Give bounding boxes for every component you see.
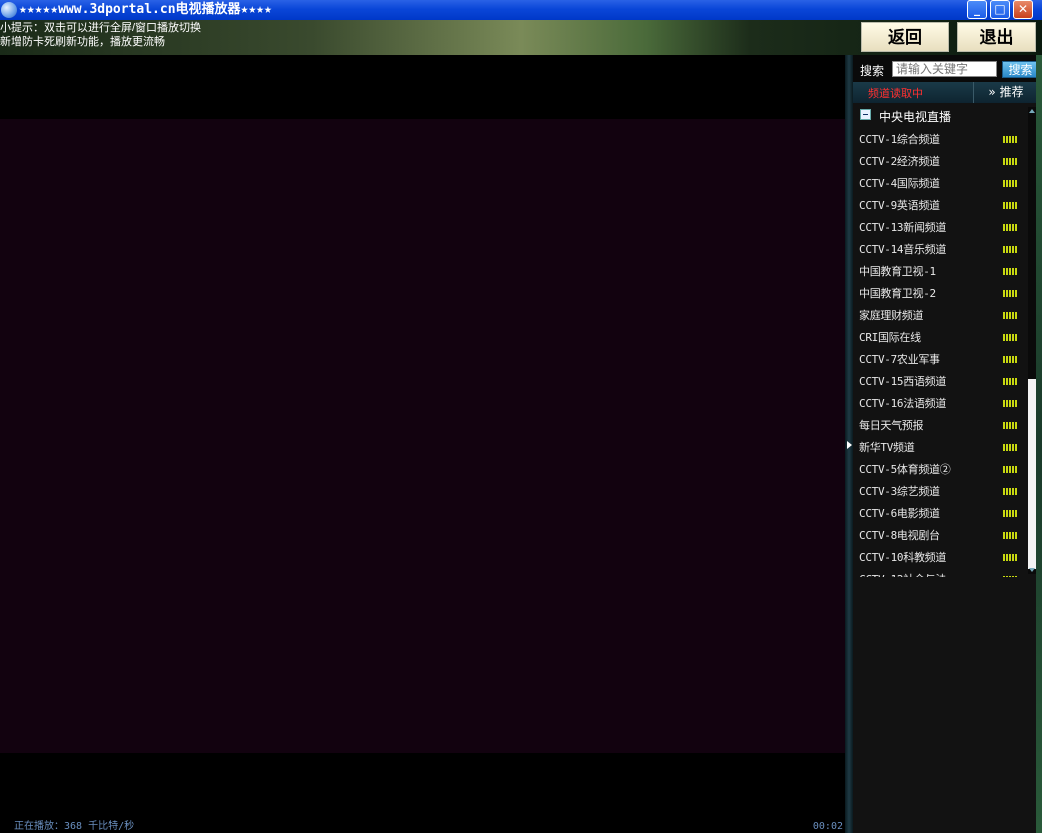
signal-strength-icon	[1003, 268, 1017, 275]
signal-strength-icon	[1003, 466, 1017, 473]
hint-line-1: 小提示：双击可以进行全屏/窗口播放切换	[0, 22, 202, 34]
signal-strength-icon	[1003, 488, 1017, 495]
signal-strength-icon	[1003, 532, 1017, 539]
channel-item[interactable]: 中国教育卫视-1	[853, 259, 1028, 281]
channel-item[interactable]: CCTV-8电视剧台	[853, 523, 1028, 545]
signal-strength-icon	[1003, 290, 1017, 297]
double-chevron-down-icon: »	[988, 85, 996, 99]
search-input[interactable]	[892, 61, 997, 77]
video-player[interactable]: 正在播放：368 千比特/秒 00:02	[0, 55, 845, 833]
back-button[interactable]: 返回	[861, 22, 949, 52]
exit-button[interactable]: 退出	[957, 22, 1036, 52]
signal-strength-icon	[1003, 444, 1017, 451]
channel-name: CCTV-12社会与法	[859, 571, 946, 577]
signal-strength-icon	[1003, 554, 1017, 561]
scroll-up-arrow-icon[interactable]	[1029, 109, 1035, 113]
channel-item[interactable]: 新华TV频道	[853, 435, 1028, 457]
playback-status: 正在播放：368 千比特/秒	[14, 821, 135, 832]
signal-strength-icon	[1003, 378, 1017, 385]
app-icon	[1, 2, 17, 18]
collapse-minus-icon[interactable]	[860, 109, 871, 120]
channel-item[interactable]: 每日天气预报	[853, 413, 1028, 435]
channel-list: CCTV-1综合频道 CCTV-2经济频道 CCTV-4国际频道 CCTV-9英语频道…	[853, 127, 1028, 577]
channel-item[interactable]: CCTV-10科教频道	[853, 545, 1028, 567]
channel-item[interactable]: CCTV-4国际频道	[853, 171, 1028, 193]
collapse-panel-arrow-icon[interactable]	[847, 441, 852, 449]
channel-item[interactable]: 中国教育卫视-2	[853, 281, 1028, 303]
channel-item[interactable]: CCTV-2经济频道	[853, 149, 1028, 171]
channel-tab-row: 频道读取中 » 推荐	[853, 82, 1042, 103]
channel-item[interactable]: CCTV-15西语频道	[853, 369, 1028, 391]
desktop-edge	[1036, 55, 1042, 833]
search-row: 搜索 搜索	[853, 55, 1042, 82]
signal-strength-icon	[1003, 224, 1017, 231]
channel-item[interactable]: CCTV-1综合频道	[853, 127, 1028, 149]
title-bar: ★★★★★www.3dportal.cn电视播放器★★★★ _ □ ✕	[0, 0, 1042, 20]
close-button[interactable]: ✕	[1013, 0, 1033, 19]
channel-item[interactable]: CCTV-5体育频道②	[853, 457, 1028, 479]
channel-name: CCTV-4国际频道	[859, 177, 940, 190]
recommend-label: 推荐	[999, 85, 1024, 99]
channel-item[interactable]: CCTV-3综艺频道	[853, 479, 1028, 501]
loading-status: 频道读取中	[868, 87, 923, 100]
channel-item[interactable]: CCTV-9英语频道	[853, 193, 1028, 215]
channel-name: CCTV-8电视剧台	[859, 529, 940, 542]
channel-item[interactable]: CCTV-16法语频道	[853, 391, 1028, 413]
scroll-down-arrow-icon[interactable]	[1029, 568, 1035, 572]
signal-strength-icon	[1003, 202, 1017, 209]
channel-name: CCTV-3综艺频道	[859, 485, 940, 498]
signal-strength-icon	[1003, 136, 1017, 143]
search-button[interactable]: 搜索	[1002, 61, 1039, 78]
signal-strength-icon	[1003, 422, 1017, 429]
minimize-button[interactable]: _	[967, 0, 987, 19]
channel-item[interactable]: CCTV-14音乐频道	[853, 237, 1028, 259]
channel-name: CCTV-14音乐频道	[859, 243, 947, 256]
video-frame[interactable]	[0, 119, 845, 753]
window-title: ★★★★★www.3dportal.cn电视播放器★★★★	[19, 2, 272, 17]
channel-name: CCTV-7农业军事	[859, 353, 940, 366]
channel-name: CCTV-2经济频道	[859, 155, 940, 168]
channel-name: 家庭理财频道	[859, 309, 924, 322]
channel-name: 中国教育卫视-2	[859, 287, 936, 300]
recommend-button[interactable]: » 推荐	[973, 82, 1038, 103]
channel-name: 每日天气预报	[859, 419, 924, 432]
signal-strength-icon	[1003, 158, 1017, 165]
channel-name: CCTV-9英语频道	[859, 199, 940, 212]
signal-strength-icon	[1003, 334, 1017, 341]
signal-strength-icon	[1003, 400, 1017, 407]
channel-group-label: 中央电视直播	[879, 110, 952, 124]
maximize-button[interactable]: □	[990, 0, 1010, 19]
hint-line-2: 新增防卡死刷新功能，播放更流畅	[0, 36, 165, 48]
search-label: 搜索	[860, 64, 885, 78]
channel-group-header[interactable]: 中央电视直播	[853, 105, 1028, 125]
channel-name: CCTV-15西语频道	[859, 375, 947, 388]
signal-strength-icon	[1003, 576, 1017, 577]
channel-sidebar: 搜索 搜索 频道读取中 » 推荐 中央电视直播 CCTV-1综合频道 CCTV-2…	[853, 55, 1042, 833]
channel-name: CRI国际在线	[859, 331, 921, 344]
channel-name: CCTV-16法语频道	[859, 397, 947, 410]
signal-strength-icon	[1003, 246, 1017, 253]
channel-name: CCTV-13新闻频道	[859, 221, 947, 234]
channel-name: CCTV-6电影频道	[859, 507, 940, 520]
channel-item[interactable]: 家庭理财频道	[853, 303, 1028, 325]
channel-name: CCTV-10科教频道	[859, 551, 947, 564]
channel-item[interactable]: CCTV-12社会与法	[853, 567, 1028, 577]
channel-item[interactable]: CRI国际在线	[853, 325, 1028, 347]
signal-strength-icon	[1003, 510, 1017, 517]
signal-strength-icon	[1003, 356, 1017, 363]
signal-strength-icon	[1003, 180, 1017, 187]
signal-strength-icon	[1003, 312, 1017, 319]
channel-item[interactable]: CCTV-7农业军事	[853, 347, 1028, 369]
channel-item[interactable]: CCTV-6电影频道	[853, 501, 1028, 523]
channel-item[interactable]: CCTV-13新闻频道	[853, 215, 1028, 237]
channel-name: 新华TV频道	[859, 441, 915, 454]
channel-name: CCTV-1综合频道	[859, 133, 940, 146]
channel-name: 中国教育卫视-1	[859, 265, 936, 278]
channel-name: CCTV-5体育频道②	[859, 463, 951, 476]
playback-time: 00:02	[812, 821, 843, 832]
